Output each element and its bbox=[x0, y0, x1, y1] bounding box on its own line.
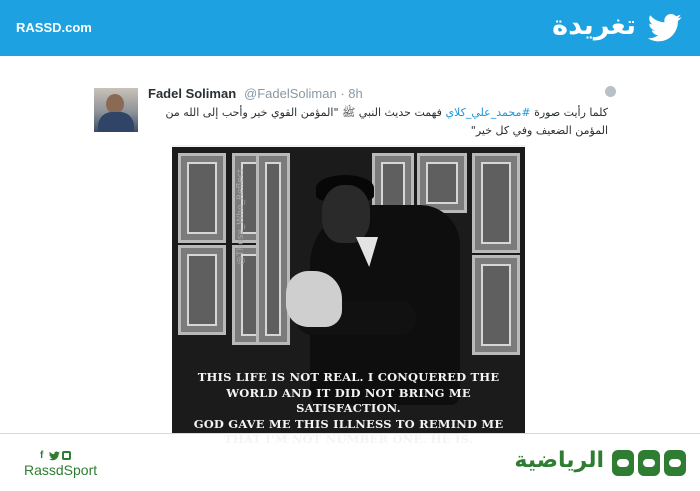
wall-panel-inner bbox=[187, 254, 217, 326]
tweet-author-name[interactable]: Fadel Soliman bbox=[148, 86, 236, 101]
photo-quote-line: WORLD AND IT DID NOT BRING ME SATISFACTI… bbox=[226, 385, 471, 416]
wall-panel bbox=[178, 245, 226, 335]
meta-separator: · bbox=[340, 86, 345, 101]
wall-panel bbox=[472, 255, 520, 355]
wall-panel-inner bbox=[481, 162, 511, 244]
footer-section-title: الرياضية bbox=[514, 448, 604, 473]
site-url-link[interactable]: RASSD.com bbox=[16, 20, 92, 35]
wall-panel-inner bbox=[426, 162, 458, 204]
instagram-icon[interactable] bbox=[62, 451, 71, 460]
photo-watermark: @Those_Who_Reflect bbox=[236, 168, 246, 265]
tweet-hashtag-link[interactable]: #محمد_علي_كلاي bbox=[445, 106, 530, 119]
tweet-author-meta: @FadelSoliman · 8h bbox=[244, 86, 363, 101]
photo-quote: THIS LIFE IS NOT REAL. I CONQUERED THE W… bbox=[172, 370, 525, 448]
globe-icon bbox=[605, 86, 616, 97]
logo-block bbox=[638, 450, 660, 476]
wall-panel-inner bbox=[265, 162, 281, 336]
tweet-timestamp[interactable]: 8h bbox=[348, 86, 362, 101]
photo-quote-line: THIS LIFE IS NOT REAL. I CONQUERED THE bbox=[197, 370, 500, 384]
footer-divider bbox=[0, 433, 700, 434]
header-bar: RASSD.com تغريدة bbox=[0, 0, 700, 56]
header-title: تغريدة bbox=[552, 10, 636, 41]
tweet-text-before: كلما رأيت صورة bbox=[530, 106, 608, 119]
footer-handle[interactable]: RassdSport bbox=[24, 462, 97, 478]
tweet-author-handle[interactable]: @FadelSoliman bbox=[244, 86, 337, 101]
avatar-body bbox=[98, 112, 134, 132]
avatar-head bbox=[106, 94, 124, 114]
wall-panel-inner bbox=[187, 162, 217, 234]
wall-panel bbox=[472, 153, 520, 253]
screenshot-frame: RASSD.com تغريدة Fadel Soliman @FadelSol… bbox=[0, 0, 700, 491]
social-icons: f bbox=[40, 450, 80, 462]
photo-top-border bbox=[172, 145, 525, 147]
twitter-bird-icon bbox=[648, 13, 682, 42]
wall-panel bbox=[256, 153, 290, 345]
twitter-icon[interactable] bbox=[49, 451, 60, 461]
tweet-text: كلما رأيت صورة #محمد_علي_كلاي فهمت حديث … bbox=[148, 104, 608, 140]
logo-block bbox=[612, 450, 634, 476]
wall-panel-inner bbox=[481, 264, 511, 346]
wall-panel bbox=[417, 153, 467, 213]
figure-head bbox=[322, 185, 370, 243]
author-avatar[interactable] bbox=[94, 88, 138, 132]
photo-quote-line: THAT I'M NOT NUMBER ONE. HE IS. bbox=[224, 432, 473, 446]
wall-panel bbox=[178, 153, 226, 243]
facebook-icon[interactable]: f bbox=[40, 450, 43, 461]
logo-block bbox=[664, 450, 686, 476]
photo-quote-line: GOD GAVE ME THIS ILLNESS TO REMIND ME bbox=[193, 416, 504, 431]
figure-praying-hands bbox=[286, 271, 342, 327]
rassd-logo-icon bbox=[612, 450, 686, 476]
